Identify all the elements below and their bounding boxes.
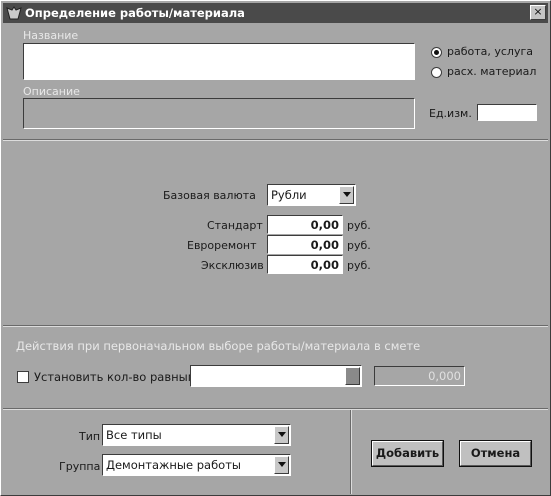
price-standard-label: Стандарт (207, 219, 263, 232)
chevron-down-icon[interactable] (339, 186, 354, 204)
radio-consumable-material[interactable] (431, 67, 442, 78)
set-qty-label: Установить кол-во равным (34, 370, 197, 384)
group-label: Группа (59, 460, 101, 473)
description-label: Описание (23, 85, 80, 98)
close-icon: × (533, 5, 543, 18)
actions-heading: Действия при первоначальном выборе работ… (16, 339, 421, 353)
title-bar[interactable]: Определение работы/материала × (3, 3, 548, 23)
price-euro-unit: руб. (347, 239, 371, 252)
currency-label: Базовая валюта (163, 189, 256, 202)
price-exclusive-input[interactable]: 0,00 (267, 255, 343, 274)
set-qty-checkbox[interactable] (17, 371, 29, 383)
group-select[interactable]: Демонтажные работы (102, 454, 291, 476)
unit-field[interactable] (477, 104, 537, 121)
group-value: Демонтажные работы (106, 458, 241, 472)
radio-selected-dot (434, 50, 439, 55)
set-qty-source-select[interactable] (190, 365, 362, 387)
name-field[interactable] (23, 43, 415, 80)
type-value: Все типы (106, 428, 162, 442)
price-euro-label: Евроремонт (187, 239, 257, 252)
window-title: Определение работы/материала (25, 6, 245, 20)
separator (3, 408, 548, 410)
separator (3, 325, 548, 327)
chevron-down-icon[interactable] (274, 456, 289, 474)
currency-select[interactable]: Рубли (267, 184, 356, 206)
price-euro-input[interactable]: 0,00 (267, 235, 343, 254)
set-qty-value-input[interactable]: 0,000 (374, 366, 465, 386)
price-standard-input[interactable]: 0,00 (267, 215, 343, 234)
close-button[interactable]: × (530, 5, 546, 20)
radio-work-service[interactable] (431, 47, 442, 58)
cancel-button[interactable]: Отмена (459, 440, 532, 467)
description-field[interactable] (23, 98, 415, 129)
currency-value: Рубли (271, 188, 307, 202)
radio-work-service-label: работа, услуга (447, 45, 533, 58)
price-exclusive-unit: руб. (347, 259, 371, 272)
price-exclusive-label: Эксклюзив (201, 259, 264, 272)
separator (350, 410, 352, 494)
radio-consumable-material-label: расх. материал (447, 65, 537, 78)
chevron-down-icon[interactable] (345, 367, 360, 385)
name-label: Название (23, 29, 79, 42)
unit-label: Ед.изм. (429, 107, 472, 120)
dialog-window: Определение работы/материала × Название … (0, 0, 551, 496)
price-standard-unit: руб. (347, 219, 371, 232)
separator (3, 139, 548, 141)
add-button[interactable]: Добавить (371, 440, 444, 467)
type-select[interactable]: Все типы (102, 424, 291, 446)
app-icon (6, 5, 22, 21)
type-label: Тип (79, 430, 101, 443)
chevron-down-icon[interactable] (274, 426, 289, 444)
